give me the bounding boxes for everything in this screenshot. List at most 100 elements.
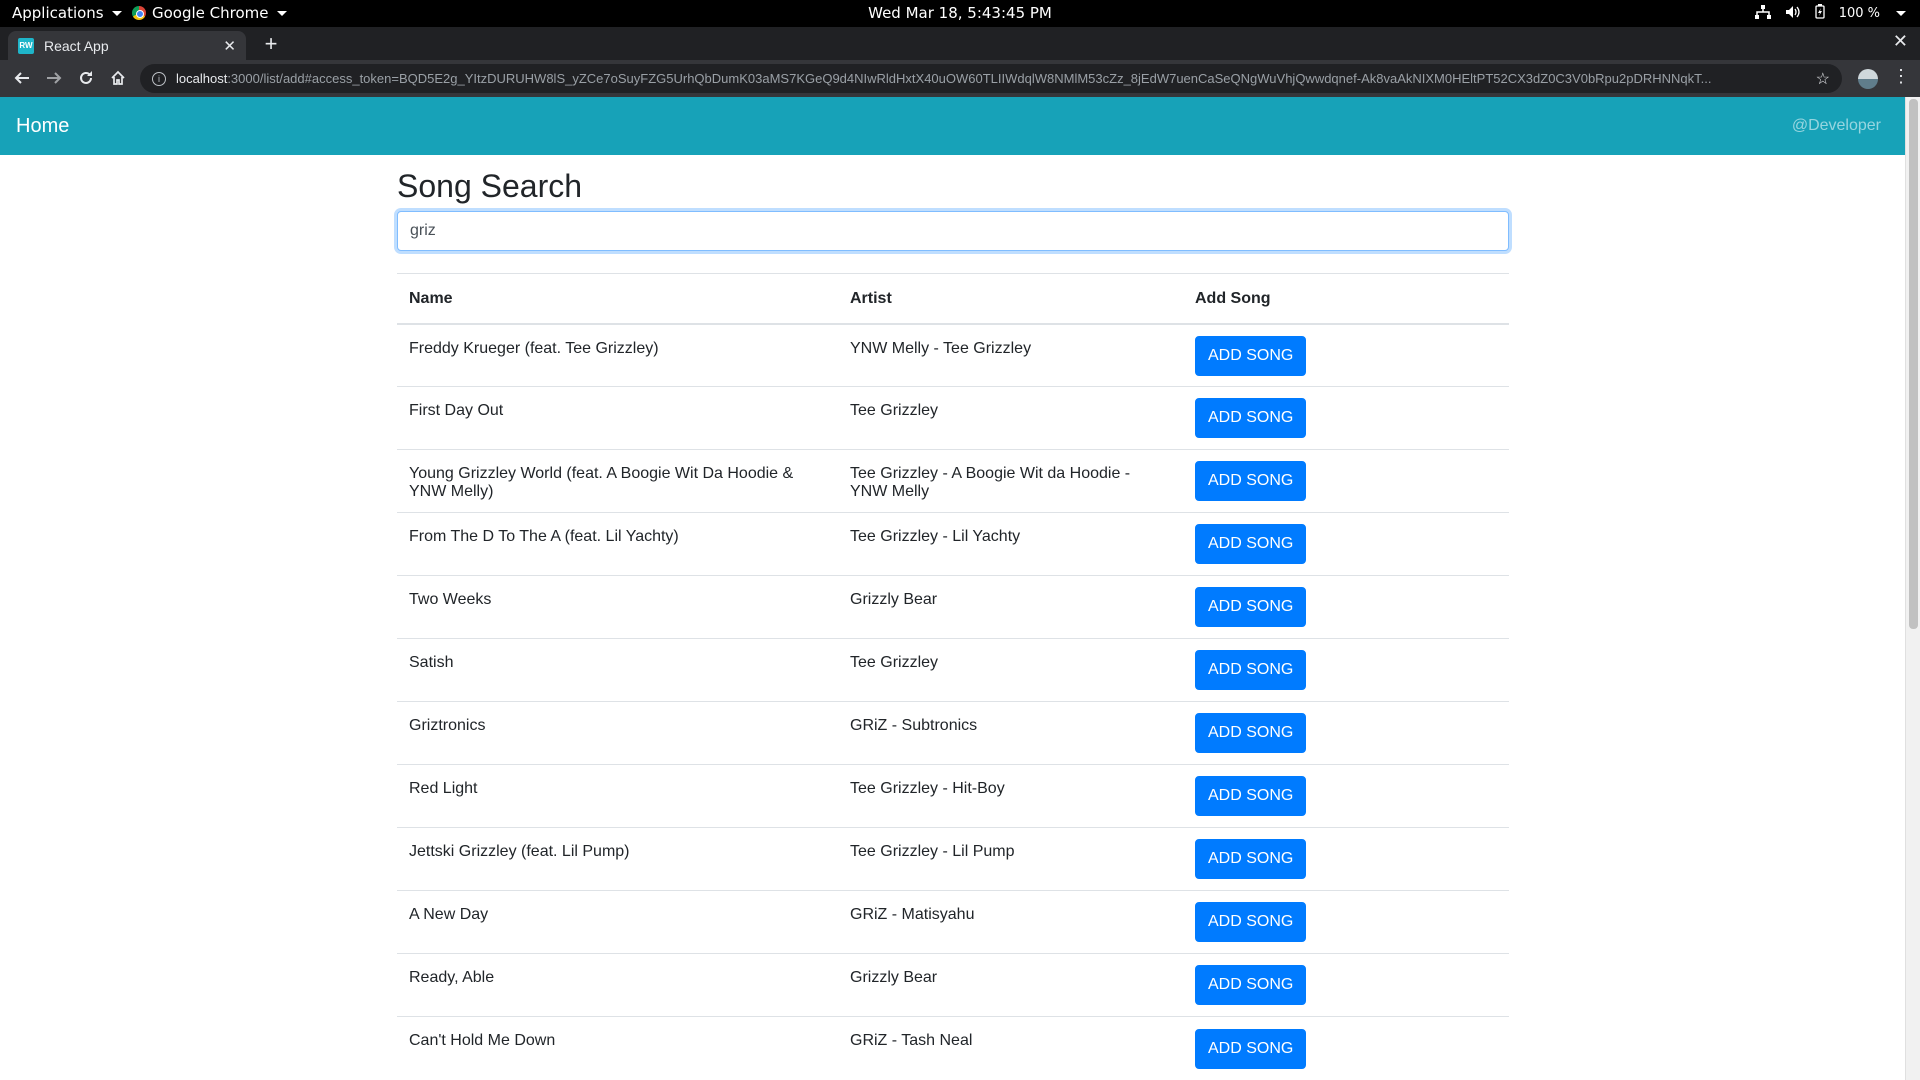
- add-song-cell: ADD SONG: [1183, 827, 1509, 891]
- applications-menu[interactable]: Applications: [12, 4, 122, 22]
- add-song-button[interactable]: ADD SONG: [1195, 713, 1307, 754]
- reload-icon: [80, 71, 92, 84]
- song-name-cell: Young Grizzley World (feat. A Boogie Wit…: [397, 449, 838, 513]
- browser-tab[interactable]: RW React App ✕: [8, 31, 246, 60]
- system-tray[interactable]: 100 %: [1754, 4, 1906, 23]
- song-name-cell: Griztronics: [397, 701, 838, 765]
- table-row: Freddy Krueger (feat. Tee Grizzley) YNW M…: [397, 323, 1509, 387]
- column-header-name: Name: [397, 273, 838, 325]
- song-artist-cell: Tee Grizzley - Hit-Boy: [838, 764, 1183, 828]
- table-row: Satish Tee Grizzley ADD SONG: [397, 638, 1509, 702]
- song-name-cell: Jettski Grizzley (feat. Lil Pump): [397, 827, 838, 891]
- song-artist-cell: GRiZ - Subtronics: [838, 701, 1183, 765]
- add-song-button[interactable]: ADD SONG: [1195, 650, 1307, 691]
- home-button[interactable]: [106, 66, 130, 90]
- song-name-cell: From The D To The A (feat. Lil Yachty): [397, 512, 838, 576]
- reload-button[interactable]: [74, 66, 98, 90]
- page-viewport: Home @Developer Song Search Name Artist …: [0, 97, 1905, 1080]
- add-song-button[interactable]: ADD SONG: [1195, 461, 1307, 502]
- browser-tab-strip: RW React App ✕ + ✕: [0, 27, 1920, 60]
- network-icon: [1754, 4, 1771, 23]
- add-song-cell: ADD SONG: [1183, 638, 1509, 702]
- user-link[interactable]: @Developer: [1792, 117, 1881, 135]
- add-song-button[interactable]: ADD SONG: [1195, 398, 1307, 439]
- page-title: Song Search: [397, 168, 583, 204]
- song-artist-cell: Grizzly Bear: [838, 953, 1183, 1017]
- add-song-cell: ADD SONG: [1183, 323, 1509, 387]
- song-artist-cell: Tee Grizzley - Lil Yachty: [838, 512, 1183, 576]
- table-row: Two Weeks Grizzly Bear ADD SONG: [397, 575, 1509, 639]
- url-path: :3000/list/add#access_token=BQD5E2g_YItz…: [227, 71, 1712, 86]
- song-artist-cell: Tee Grizzley: [838, 386, 1183, 450]
- column-header-artist: Artist: [838, 273, 1183, 325]
- song-results-table: Name Artist Add Song Freddy Krueger (fea…: [397, 273, 1509, 1080]
- song-name-cell: Can't Hold Me Down: [397, 1016, 838, 1080]
- song-artist-cell: GRiZ - Matisyahu: [838, 890, 1183, 954]
- browser-toolbar: i localhost :3000/list/add#access_token=…: [0, 60, 1920, 97]
- song-artist-cell: Tee Grizzley - Lil Pump: [838, 827, 1183, 891]
- song-name-cell: A New Day: [397, 890, 838, 954]
- home-icon: [111, 70, 125, 85]
- scrollbar-thumb[interactable]: [1909, 99, 1918, 629]
- song-name-cell: Satish: [397, 638, 838, 702]
- close-icon[interactable]: ✕: [223, 37, 236, 55]
- song-artist-cell: Tee Grizzley - A Boogie Wit da Hoodie - …: [838, 449, 1183, 513]
- home-link[interactable]: Home: [16, 115, 69, 138]
- add-song-button[interactable]: ADD SONG: [1195, 524, 1307, 565]
- table-row: Jettski Grizzley (feat. Lil Pump) Tee Gri…: [397, 827, 1509, 891]
- table-row: Young Grizzley World (feat. A Boogie Wit…: [397, 449, 1509, 513]
- battery-percentage: 100 %: [1838, 6, 1880, 21]
- more-options-icon[interactable]: ⋮: [1892, 66, 1910, 87]
- add-song-button[interactable]: ADD SONG: [1195, 902, 1307, 943]
- window-close-button[interactable]: ✕: [1893, 31, 1908, 52]
- song-name-cell: Red Light: [397, 764, 838, 828]
- table-row: Can't Hold Me Down GRiZ - Tash Neal ADD SO…: [397, 1016, 1509, 1080]
- add-song-button[interactable]: ADD SONG: [1195, 965, 1307, 1006]
- add-song-cell: ADD SONG: [1183, 386, 1509, 450]
- tab-title: React App: [44, 37, 109, 54]
- table-header-row: Name Artist Add Song: [397, 273, 1509, 325]
- system-clock[interactable]: Wed Mar 18, 5:43:45 PM: [868, 4, 1052, 22]
- chevron-down-icon: [276, 10, 287, 16]
- add-song-button[interactable]: ADD SONG: [1195, 335, 1307, 376]
- address-bar[interactable]: i localhost :3000/list/add#access_token=…: [140, 64, 1842, 93]
- song-artist-cell: Grizzly Bear: [838, 575, 1183, 639]
- add-song-cell: ADD SONG: [1183, 701, 1509, 765]
- forward-button[interactable]: [42, 66, 66, 90]
- chrome-icon: [132, 6, 146, 20]
- bookmark-star-icon[interactable]: ☆: [1816, 69, 1830, 89]
- song-artist-cell: YNW Melly - Tee Grizzley: [838, 323, 1183, 387]
- add-song-button[interactable]: ADD SONG: [1195, 1028, 1307, 1069]
- song-name-cell: Two Weeks: [397, 575, 838, 639]
- app-navbar: Home @Developer: [0, 97, 1905, 155]
- song-results-body: Freddy Krueger (feat. Tee Grizzley) YNW M…: [397, 323, 1509, 1080]
- song-search-container: Song Search Name Artist Add Song Freddy …: [397, 167, 1509, 1080]
- volume-icon: [1785, 5, 1801, 23]
- add-song-button[interactable]: ADD SONG: [1195, 587, 1307, 628]
- table-row: First Day Out Tee Grizzley ADD SONG: [397, 386, 1509, 450]
- add-song-cell: ADD SONG: [1183, 449, 1509, 513]
- profile-avatar[interactable]: [1858, 69, 1878, 89]
- browser-app-menu[interactable]: Google Chrome: [132, 4, 287, 22]
- add-song-button[interactable]: ADD SONG: [1195, 776, 1307, 817]
- song-name-cell: First Day Out: [397, 386, 838, 450]
- page-scrollbar[interactable]: [1905, 97, 1920, 1080]
- add-song-button[interactable]: ADD SONG: [1195, 839, 1307, 880]
- system-top-bar: Applications Google Chrome Wed Mar 18, 5…: [0, 0, 1920, 27]
- add-song-cell: ADD SONG: [1183, 953, 1509, 1017]
- table-row: Ready, Able Grizzly Bear ADD SONG: [397, 953, 1509, 1017]
- chevron-down-icon: [111, 10, 122, 16]
- table-row: Red Light Tee Grizzley - Hit-Boy ADD SONG: [397, 764, 1509, 828]
- browser-app-menu-label: Google Chrome: [152, 4, 269, 22]
- info-icon[interactable]: i: [152, 71, 166, 86]
- song-artist-cell: Tee Grizzley: [838, 638, 1183, 702]
- song-artist-cell: GRiZ - Tash Neal: [838, 1016, 1183, 1080]
- url-host: localhost: [176, 71, 228, 86]
- back-button[interactable]: [10, 66, 34, 90]
- battery-icon: [1815, 4, 1825, 23]
- column-header-add-song: Add Song: [1183, 273, 1509, 325]
- new-tab-button[interactable]: +: [258, 31, 284, 57]
- add-song-cell: ADD SONG: [1183, 575, 1509, 639]
- arrow-left-icon: [14, 72, 29, 84]
- song-search-input[interactable]: [397, 211, 1509, 252]
